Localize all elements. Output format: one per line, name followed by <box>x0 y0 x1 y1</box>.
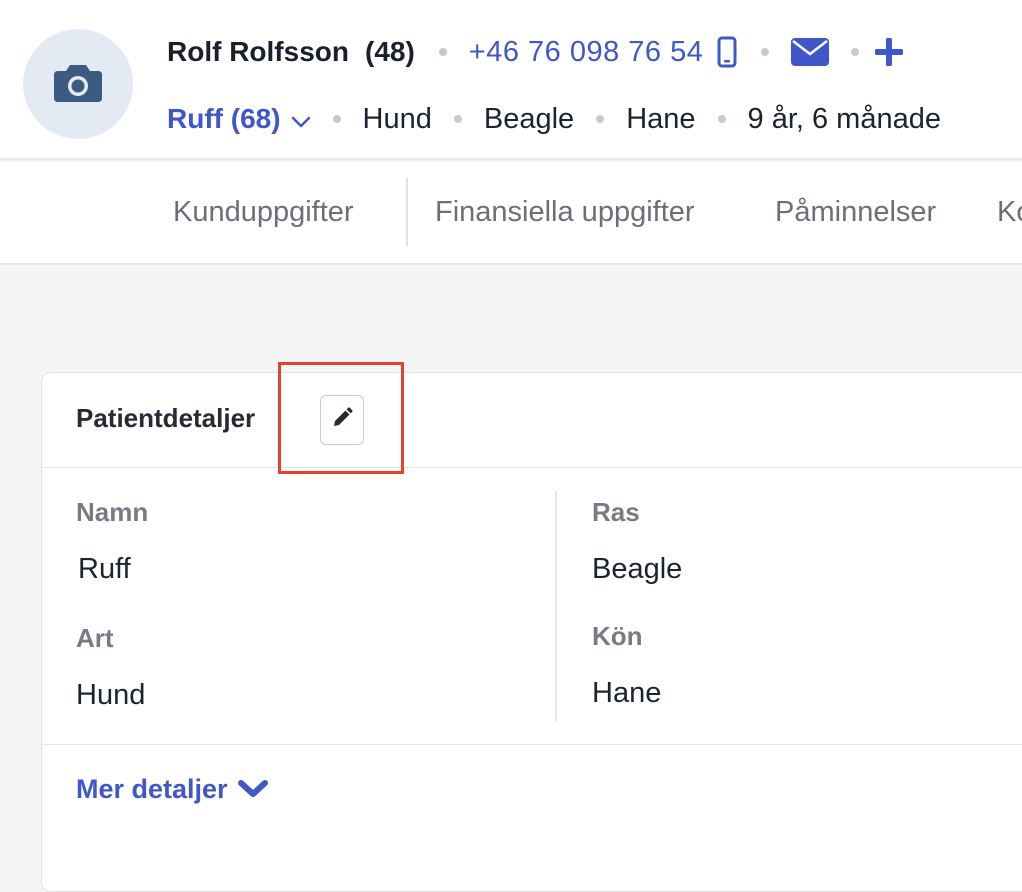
more-details-label: Mer detaljer <box>76 774 228 804</box>
patient-age: 9 år, 6 månade <box>747 102 941 135</box>
chevron-down-icon <box>281 103 311 135</box>
separator-dot <box>717 115 726 123</box>
phone-link[interactable]: +46 76 098 76 54 <box>469 36 704 69</box>
patient-details-card: Patientdetaljer Namn Ruff Art Hund Ras B… <box>41 372 1022 892</box>
column-divider <box>555 491 557 721</box>
chevron-down-icon <box>228 773 268 806</box>
envelope-icon[interactable] <box>791 38 830 66</box>
field-label-species: Art <box>76 623 114 653</box>
owner-row: Rolf Rolfsson (48) +46 76 098 76 54 <box>167 30 904 74</box>
field-value-breed: Beagle <box>592 553 683 585</box>
tab-kunduppgifter[interactable]: Kunduppgifter <box>173 196 354 229</box>
separator-dot <box>851 48 860 56</box>
card-title: Patientdetaljer <box>76 403 256 433</box>
field-label-name: Namn <box>76 497 149 527</box>
owner-name: Rolf Rolfsson <box>167 36 349 67</box>
more-details-toggle[interactable]: Mer detaljer <box>76 773 268 806</box>
field-label-breed: Ras <box>592 497 640 527</box>
field-value-species: Hund <box>76 679 146 711</box>
tab-divider <box>406 178 408 246</box>
field-label-sex: Kön <box>592 621 643 651</box>
patient-avatar[interactable] <box>23 29 133 139</box>
separator-dot <box>761 48 770 56</box>
patient-selector[interactable]: Ruff (68) <box>167 103 311 135</box>
tab-bar: Kunduppgifter Finansiella uppgifter Påmi… <box>0 162 1022 265</box>
patient-row: Ruff (68) Hund Beagle Hane 9 år, 6 månad… <box>167 96 941 142</box>
field-value-sex: Hane <box>592 677 662 709</box>
tab-finansiella-uppgifter[interactable]: Finansiella uppgifter <box>435 196 695 229</box>
pencil-icon <box>331 406 353 434</box>
plus-icon[interactable] <box>875 38 904 66</box>
camera-icon <box>53 61 103 108</box>
card-divider <box>42 744 1022 745</box>
owner-id: (48) <box>365 36 415 67</box>
edit-button[interactable] <box>320 395 364 445</box>
separator-dot <box>596 115 605 123</box>
field-value-name: Ruff <box>78 553 131 585</box>
card-divider <box>42 467 1022 468</box>
patient-breed: Beagle <box>483 102 575 135</box>
patient-sex: Hane <box>626 102 696 135</box>
mobile-phone-icon[interactable] <box>717 36 737 68</box>
separator-dot <box>332 115 341 123</box>
patient-selector-label: Ruff (68) <box>167 103 281 134</box>
tab-paminnelser[interactable]: Påminnelser <box>775 196 936 229</box>
patient-species: Hund <box>362 102 432 135</box>
separator-dot <box>453 115 462 123</box>
separator-dot <box>438 48 447 56</box>
client-header: Rolf Rolfsson (48) +46 76 098 76 54 Ruff… <box>0 0 1022 160</box>
tab-next-partial[interactable]: Ko <box>997 196 1022 229</box>
